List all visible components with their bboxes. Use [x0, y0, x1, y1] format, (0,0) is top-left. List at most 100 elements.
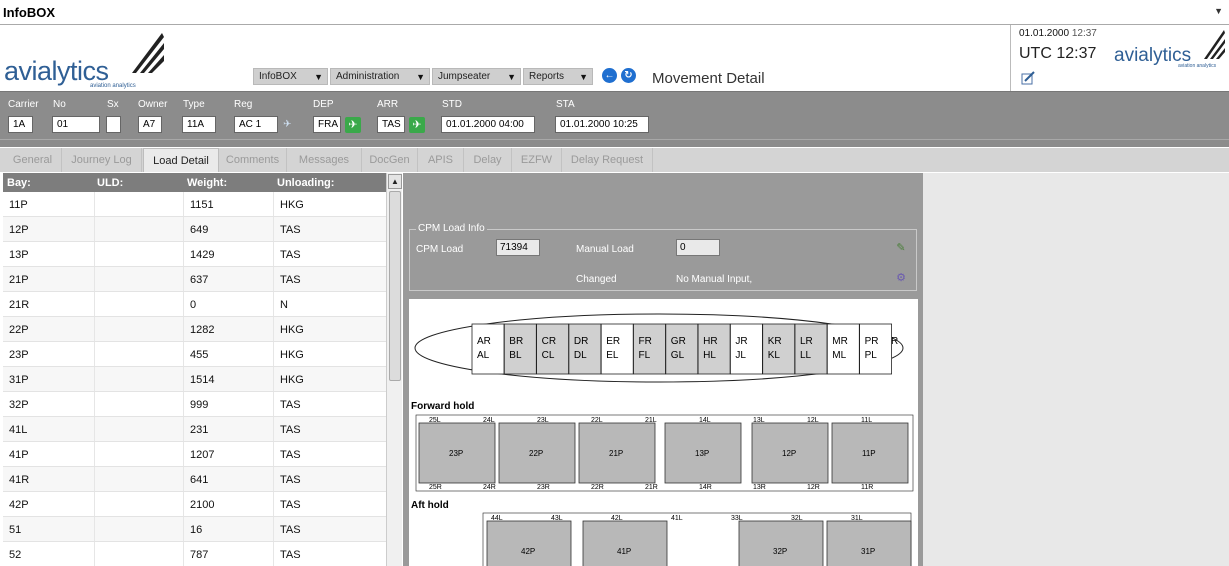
bay-cell: 12P [9, 224, 29, 236]
flight-no-field[interactable]: 01 [52, 116, 100, 133]
aft-pallet[interactable] [582, 520, 668, 566]
settings-gear-icon[interactable]: ⚙ [894, 271, 908, 285]
manual-load-field[interactable]: 0 [676, 239, 720, 256]
cpm-load-info-box: CPM Load Info CPM Load 71394 Manual Load… [409, 223, 917, 291]
edit-note-icon[interactable]: ✎ [894, 241, 908, 255]
refresh-icon[interactable]: ↻ [621, 68, 636, 83]
type-field[interactable]: 11A [182, 116, 216, 133]
cpm-legend: CPM Load Info [416, 223, 487, 234]
aft-pallet[interactable] [738, 520, 824, 566]
table-row[interactable]: 23P 455 HKG [3, 342, 386, 367]
unloading-cell: TAS [280, 399, 301, 411]
weight-cell: 641 [184, 467, 274, 491]
utc-clock: UTC 12:37 [1019, 45, 1097, 62]
aft-position-label: 42L [611, 515, 623, 522]
table-row[interactable]: 32P 999 TAS [3, 392, 386, 417]
unloading-cell: HKG [280, 374, 304, 386]
weight-cell: 999 [184, 392, 274, 416]
back-arrow-icon[interactable]: ← [602, 68, 617, 83]
upper-position-label: AL [477, 350, 490, 361]
std-field[interactable]: 01.01.2000 04:00 [441, 116, 535, 133]
weight-cell: 1282 [184, 317, 274, 341]
table-row[interactable]: 41L 231 TAS [3, 417, 386, 442]
dep-field[interactable]: FRA [313, 116, 341, 133]
pallet-label: 23P [449, 449, 463, 458]
chevron-down-icon: ▼ [314, 72, 323, 82]
forward-position-label: 25R [429, 484, 442, 491]
bay-cell: 21P [9, 274, 29, 286]
menu-reports[interactable]: Reports ▼ [523, 68, 593, 85]
arrival-plane-icon[interactable]: ✈ [409, 117, 425, 133]
uld-cell [94, 492, 184, 516]
upper-position-label: KL [768, 350, 781, 361]
weight-cell: 455 [184, 342, 274, 366]
pallet-label: 32P [773, 547, 787, 556]
table-row[interactable]: 11P 1151 HKG [3, 192, 386, 217]
scroll-up-icon[interactable]: ▲ [388, 174, 402, 189]
table-row[interactable]: 51 16 TAS [3, 517, 386, 542]
owner-field[interactable]: A7 [138, 116, 162, 133]
uld-cell [94, 517, 184, 541]
cpm-load-label: CPM Load [416, 244, 464, 255]
table-row[interactable]: 22P 1282 HKG [3, 317, 386, 342]
departure-plane-icon[interactable]: ✈ [345, 117, 361, 133]
edit-pencil-icon[interactable] [1021, 71, 1035, 88]
window-menu-dropdown-icon[interactable]: ▼ [1214, 6, 1223, 16]
sx-field[interactable] [106, 116, 121, 133]
scrollbar-thumb[interactable] [389, 191, 401, 381]
table-row[interactable]: 12P 649 TAS [3, 217, 386, 242]
upper-position-label: HL [703, 350, 716, 361]
cpm-load-field[interactable]: 71394 [496, 239, 540, 256]
forward-position-label: 14L [699, 417, 711, 424]
forward-position-label: 24L [483, 417, 495, 424]
tab-journey-log[interactable]: Journey Log [62, 148, 142, 172]
bay-cell: 52 [9, 549, 22, 561]
table-row[interactable]: 13P 1429 TAS [3, 242, 386, 267]
table-row[interactable]: 52 787 TAS [3, 542, 386, 566]
column-header-weight[interactable]: Weight: [187, 177, 227, 189]
reg-field[interactable]: AC 1 [234, 116, 278, 133]
upper-position-label: R [891, 336, 898, 347]
column-header-unloading[interactable]: Unloading: [277, 177, 334, 189]
table-row[interactable]: 41R 641 TAS [3, 467, 386, 492]
tab-comments[interactable]: Comments [219, 148, 287, 172]
sta-field[interactable]: 01.01.2000 10:25 [555, 116, 649, 133]
tab-delay-request[interactable]: Delay Request [562, 148, 653, 172]
aircraft-icon[interactable]: ✈ [283, 119, 291, 130]
tab-general[interactable]: General [4, 148, 62, 172]
column-header-uld[interactable]: ULD: [97, 177, 123, 189]
tab-apis[interactable]: APIS [418, 148, 464, 172]
table-scrollbar[interactable]: ▲ [386, 173, 402, 566]
aft-pallet[interactable] [826, 520, 912, 566]
menu-infobox[interactable]: InfoBOX ▼ [253, 68, 328, 85]
logo-mark-icon [1204, 30, 1225, 59]
table-row[interactable]: 21P 637 TAS [3, 267, 386, 292]
table-row[interactable]: 41P 1207 TAS [3, 442, 386, 467]
uld-cell [94, 367, 184, 391]
pallet-label: 21P [609, 449, 623, 458]
type-label: Type [183, 99, 205, 110]
tab-ezfw[interactable]: EZFW [512, 148, 562, 172]
sx-label: Sx [107, 99, 119, 110]
tab-docgen[interactable]: DocGen [362, 148, 418, 172]
column-header-bay[interactable]: Bay: [7, 177, 31, 189]
upper-position-label: DL [574, 350, 587, 361]
tab-messages[interactable]: Messages [287, 148, 362, 172]
arr-field[interactable]: TAS [377, 116, 405, 133]
tab-delay[interactable]: Delay [464, 148, 512, 172]
table-row[interactable]: 31P 1514 HKG [3, 367, 386, 392]
bay-cell: 41P [9, 449, 29, 461]
aft-pallet[interactable] [486, 520, 572, 566]
menu-jumpseater[interactable]: Jumpseater ▼ [432, 68, 521, 85]
menu-administration[interactable]: Administration ▼ [330, 68, 430, 85]
unloading-cell: TAS [280, 524, 301, 536]
uld-cell [94, 342, 184, 366]
table-row[interactable]: 21R 0 N [3, 292, 386, 317]
carrier-field[interactable]: 1A [8, 116, 33, 133]
unloading-cell: HKG [280, 349, 304, 361]
forward-position-label: 12R [807, 484, 820, 491]
empty-area [923, 173, 1229, 566]
bay-cell: 31P [9, 374, 29, 386]
table-row[interactable]: 42P 2100 TAS [3, 492, 386, 517]
tab-load-detail[interactable]: Load Detail [143, 148, 219, 172]
